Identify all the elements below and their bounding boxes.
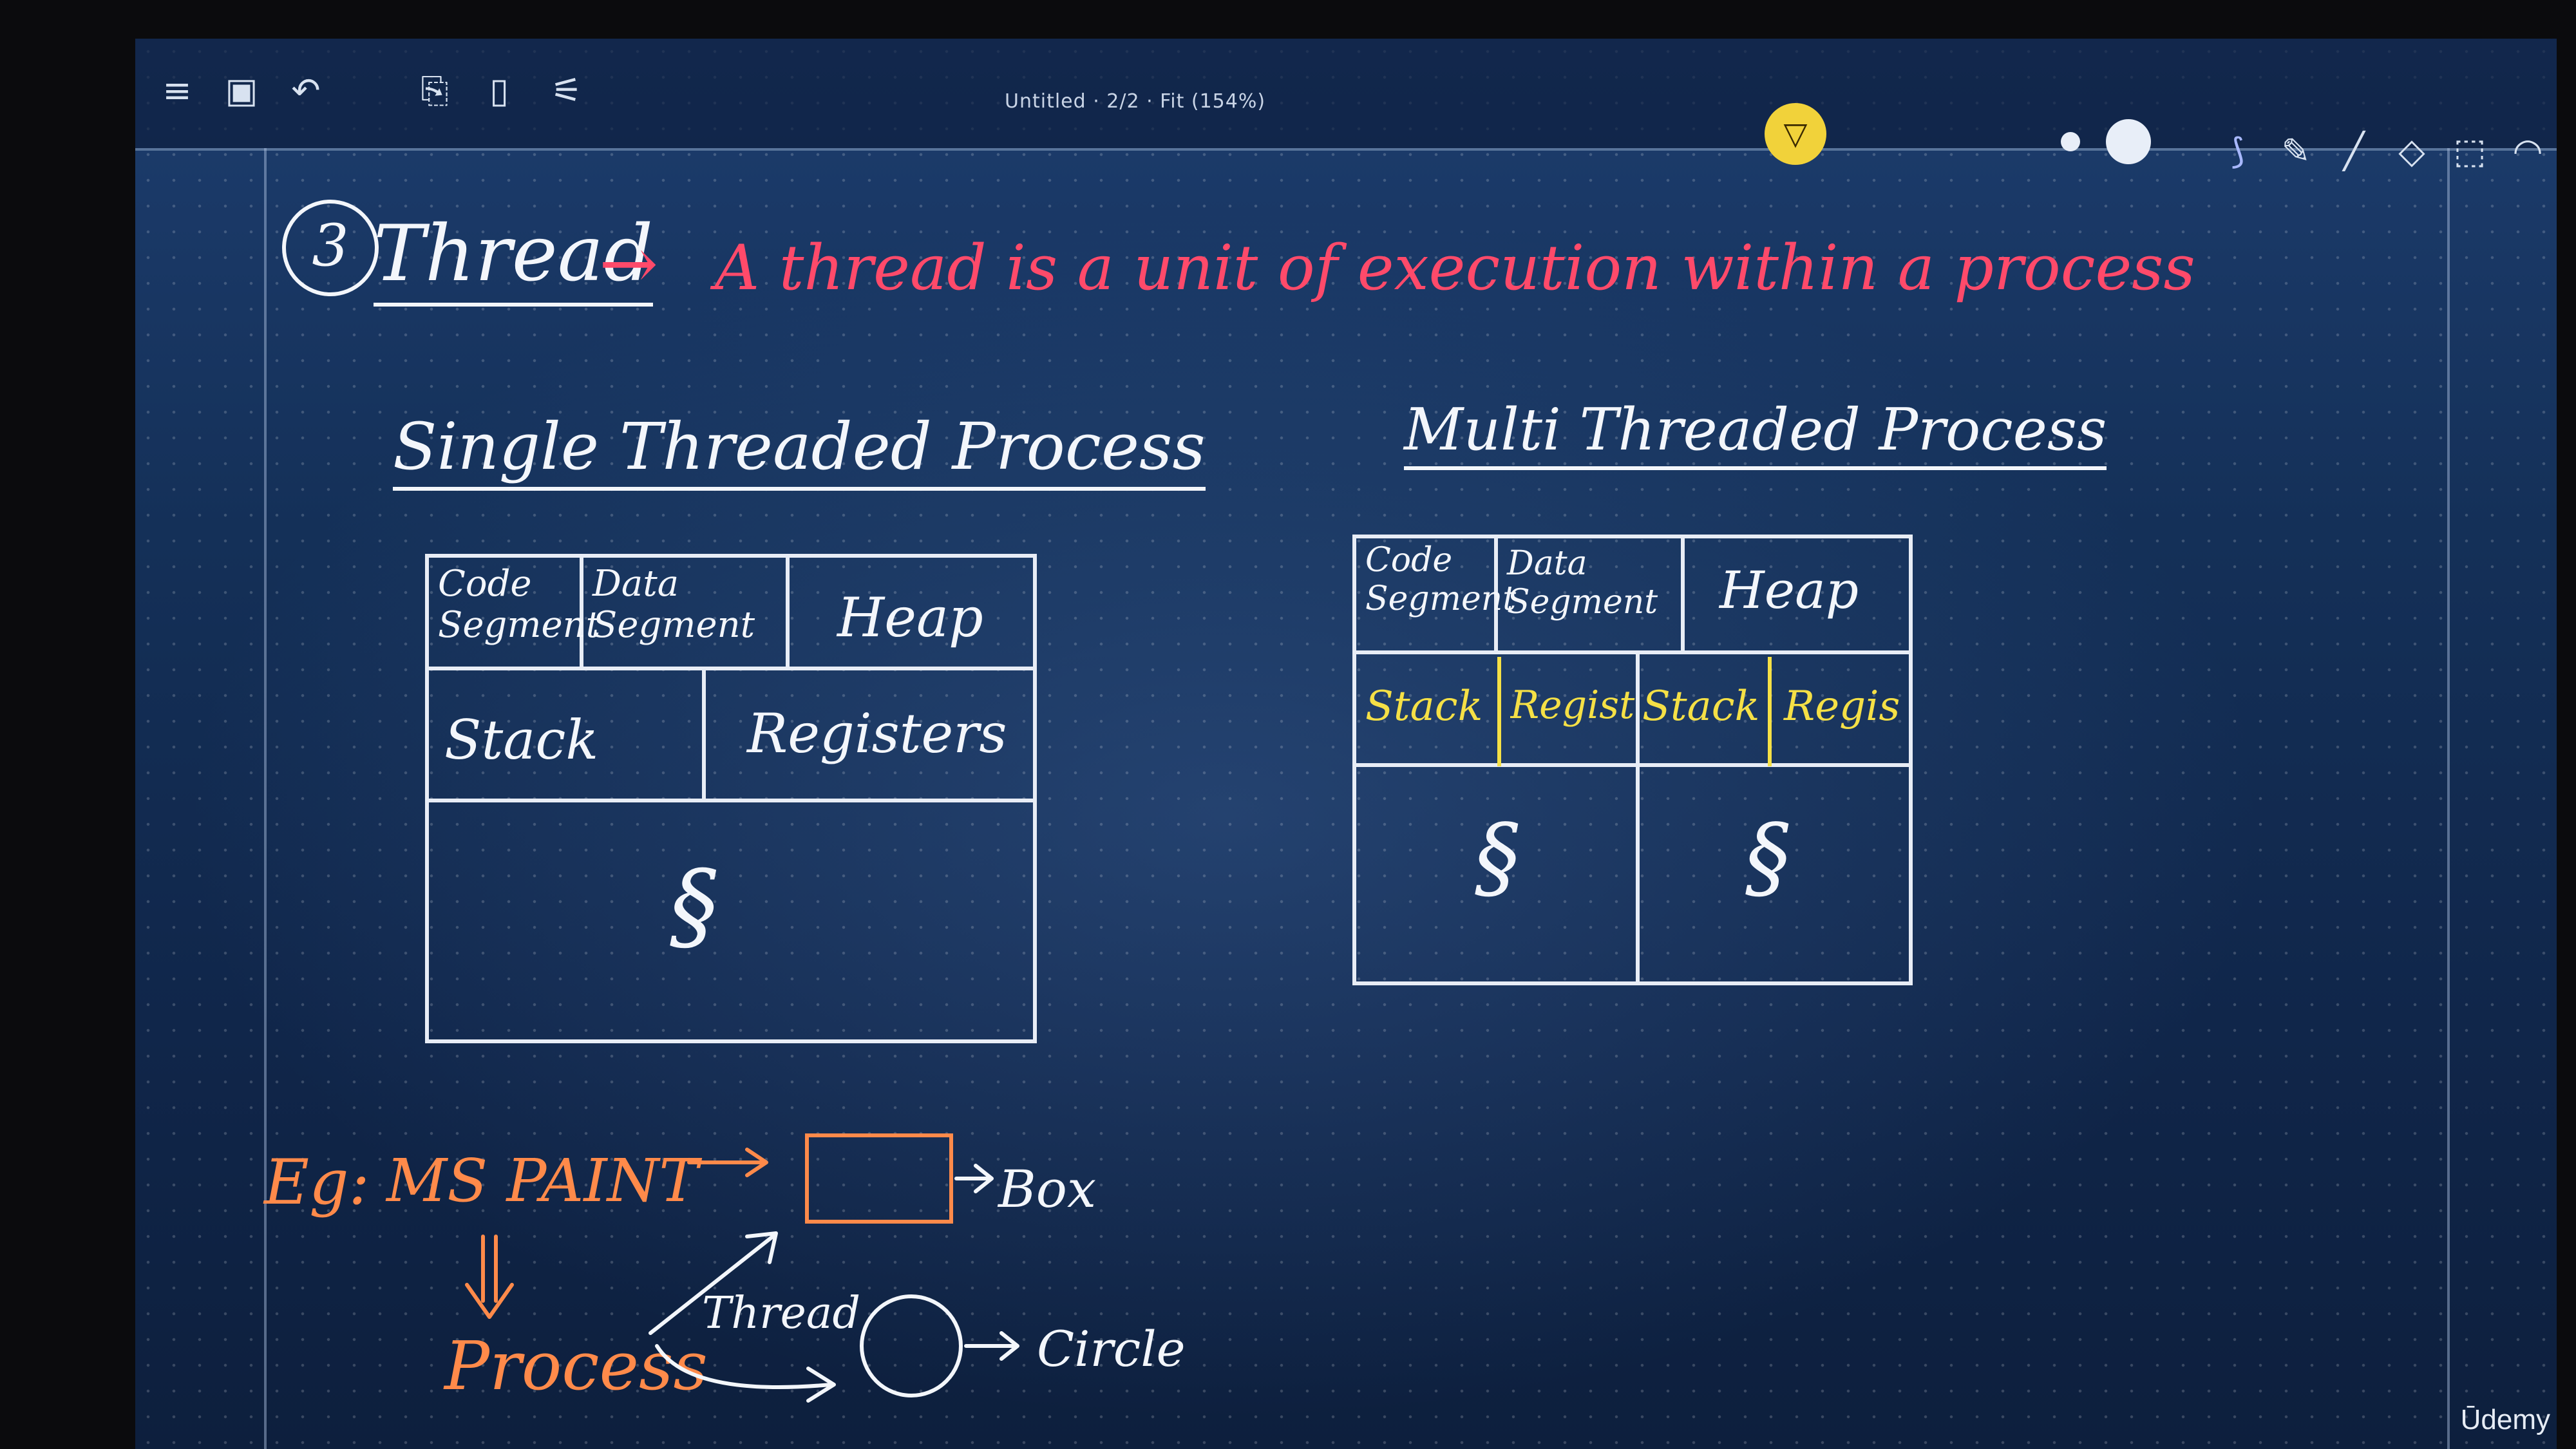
screen: ≡ ▣ ↶ ⎘ ▯ ⚟ Untitled · 2/2 · Fit (154%) …: [135, 39, 2557, 1449]
ink-strokes: [465, 1148, 1019, 1403]
udemy-watermark: Ūdemy: [2460, 1404, 2550, 1435]
